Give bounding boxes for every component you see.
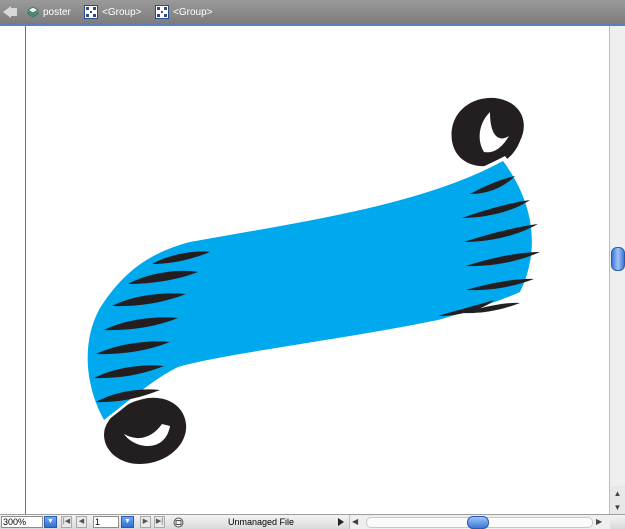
zoom-dropdown-icon[interactable]: ▼: [44, 516, 57, 528]
breadcrumb-label: <Group>: [102, 6, 142, 18]
page-number-field[interactable]: 1: [93, 516, 119, 528]
scroll-up-icon[interactable]: ▲: [610, 486, 625, 500]
vertical-scrollbar[interactable]: ▲ ▼: [609, 26, 625, 514]
page-dropdown-icon[interactable]: ▼: [121, 516, 134, 528]
breadcrumb-item-group[interactable]: <Group>: [84, 5, 141, 19]
scroll-right-icon[interactable]: ▶: [596, 517, 602, 526]
status-bar: 300% ▼ |◀ ◀ 1 ▼ ▶ ▶| Unmanaged File ◀ ▶: [0, 514, 625, 529]
first-page-icon[interactable]: |◀: [61, 516, 72, 528]
scroll-down-icon[interactable]: ▼: [610, 500, 625, 514]
group-icon: [84, 5, 98, 19]
scroll-left-icon[interactable]: ◀: [352, 517, 358, 526]
breadcrumb-label: <Group>: [173, 6, 213, 18]
banner-body: [87, 161, 532, 420]
status-text: Unmanaged File: [227, 517, 295, 527]
scroll-banner-artwork[interactable]: [0, 26, 609, 514]
breadcrumb-item-layer[interactable]: poster: [27, 5, 71, 19]
vertical-scroll-thumb[interactable]: [611, 247, 625, 271]
horizontal-scrollbar[interactable]: ◀ ▶: [349, 515, 610, 529]
isolation-mode-bar: poster <Group> <Group>: [0, 0, 625, 26]
breadcrumb-label: poster: [43, 6, 71, 18]
breadcrumb-item-group[interactable]: <Group>: [155, 5, 212, 19]
document-status-icon[interactable]: [173, 517, 184, 528]
next-page-icon[interactable]: ▶: [140, 516, 151, 528]
previous-page-icon[interactable]: ◀: [76, 516, 87, 528]
back-arrow-stem: [11, 8, 17, 16]
artboard-canvas[interactable]: [0, 26, 609, 514]
zoom-level-field[interactable]: 300%: [1, 516, 43, 528]
last-page-icon[interactable]: ▶|: [154, 516, 165, 528]
group-icon: [155, 5, 169, 19]
horizontal-scroll-thumb[interactable]: [467, 516, 489, 529]
layer-icon: [27, 6, 39, 18]
back-arrow-icon[interactable]: [3, 6, 11, 18]
status-menu-arrow-icon[interactable]: [338, 518, 344, 526]
